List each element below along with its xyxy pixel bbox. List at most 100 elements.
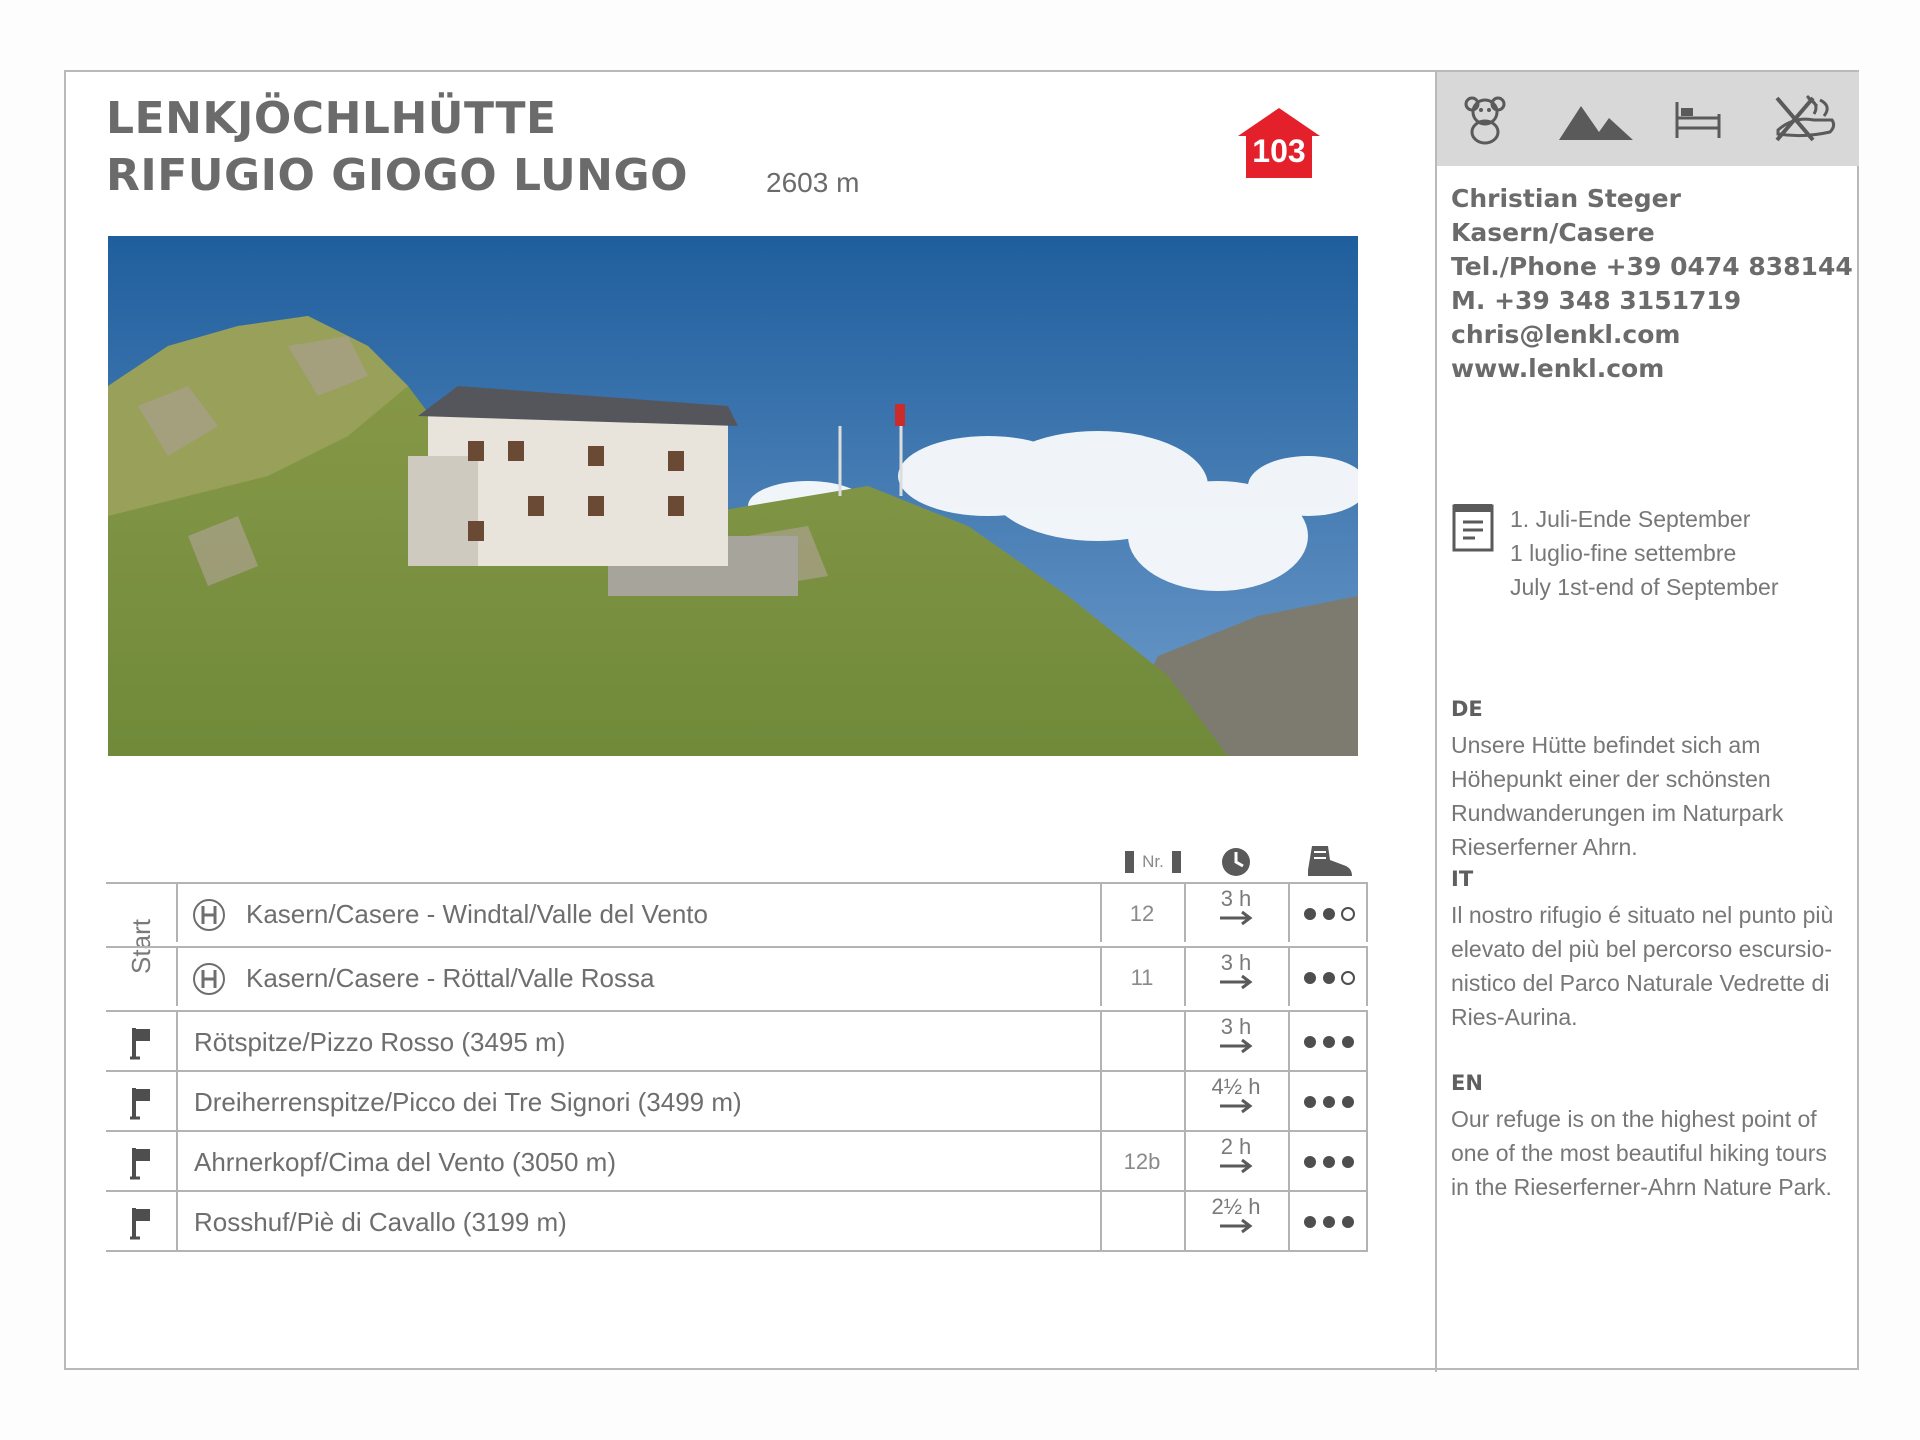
arrow-right-icon xyxy=(1220,974,1253,990)
difficulty-dot-filled xyxy=(1304,1156,1316,1168)
hut-title: LENKJÖCHLHÜTTE RIFUGIO GIOGO LUNGO xyxy=(106,90,688,204)
hut-name-de: LENKJÖCHLHÜTTE xyxy=(106,93,557,144)
arrow-right-icon xyxy=(1220,1038,1253,1054)
route-time-cell: 3 h xyxy=(1186,952,1286,1006)
column-divider xyxy=(1435,72,1437,1372)
difficulty-dot-filled xyxy=(1323,1216,1335,1228)
hiking-boot-icon xyxy=(1308,846,1352,876)
difficulty-dots xyxy=(1292,1192,1368,1252)
contact-web[interactable]: www.lenkl.com xyxy=(1451,352,1853,386)
table-row: Rötspitze/Pizzo Rosso (3495 m) 3 h xyxy=(106,1010,1368,1070)
shoe-drying-icon-visual xyxy=(1776,96,1836,138)
route-nr: 12 xyxy=(1129,901,1155,926)
difficulty-dot-filled xyxy=(1304,1036,1316,1048)
route-time-cell: 3 h xyxy=(1186,1016,1286,1070)
hut-photo xyxy=(108,236,1358,756)
route-name: Kasern/Casere - Röttal/Valle Rossa xyxy=(246,962,655,993)
table-row: Ahrnerkopf/Cima del Vento (3050 m) 12b 2… xyxy=(106,1130,1368,1190)
table-row: Rosshuf/Piè di Cavallo (3199 m) 2½ h xyxy=(106,1190,1368,1252)
route-nr xyxy=(1102,1192,1182,1252)
bus-stop-icon xyxy=(193,899,225,931)
description-text-en: Our refuge is on the highest point of on… xyxy=(1451,1106,1832,1200)
route-name: Rosshuf/Piè di Cavallo (3199 m) xyxy=(194,1206,567,1237)
arrow-right-icon xyxy=(1220,1158,1253,1174)
clock-icon xyxy=(1222,848,1250,876)
route-time: 3 h xyxy=(1220,1014,1252,1039)
description-de: DE Unsere Hütte befindet sich am Höhepun… xyxy=(1451,692,1851,864)
season-de: 1. Juli-Ende September xyxy=(1510,506,1751,532)
nr-header-label: Nr. xyxy=(1142,852,1164,871)
difficulty-icon xyxy=(1304,907,1355,921)
route-name: Rötspitze/Pizzo Rosso (3495 m) xyxy=(194,1026,566,1057)
contact-email[interactable]: chris@lenkl.com xyxy=(1451,318,1853,352)
summit-flag-icon xyxy=(130,1028,150,1060)
summit-flag-icon xyxy=(130,1088,150,1120)
difficulty-dot-empty xyxy=(1341,907,1355,921)
arrow-right-icon xyxy=(1220,910,1253,926)
description-it: IT Il nostro rifugio é situato nel punto… xyxy=(1451,862,1851,1034)
route-name: Dreiherrenspitze/Picco dei Tre Signori (… xyxy=(194,1086,742,1117)
route-time-cell: 2½ h xyxy=(1186,1196,1286,1250)
hut-name-it: RIFUGIO GIOGO LUNGO xyxy=(106,150,689,201)
contact-place: Kasern/Casere xyxy=(1451,218,1655,247)
route-time-cell: 4½ h xyxy=(1186,1076,1286,1130)
nr-bar-left xyxy=(1125,851,1135,873)
route-time: 3 h xyxy=(1220,886,1252,911)
difficulty-dots xyxy=(1292,884,1368,944)
bus-stop-icon xyxy=(193,963,225,995)
difficulty-dot-filled xyxy=(1323,1156,1335,1168)
route-nr: 11 xyxy=(1130,965,1154,990)
difficulty-dot-filled xyxy=(1323,1036,1335,1048)
hut-number-badge: 103 xyxy=(1238,108,1320,178)
contact-phone[interactable]: Tel./Phone +39 0474 838144 xyxy=(1451,250,1853,284)
difficulty-dots xyxy=(1292,1132,1368,1192)
hut-card: LENKJÖCHLHÜTTE RIFUGIO GIOGO LUNGO 2603 … xyxy=(64,70,1859,1372)
difficulty-dot-filled xyxy=(1342,1096,1354,1108)
lang-code-en: EN xyxy=(1451,1071,1483,1095)
route-nr: 12b xyxy=(1123,1149,1161,1174)
table-row: Dreiherrenspitze/Picco dei Tre Signori (… xyxy=(106,1070,1368,1130)
route-nr xyxy=(1102,1072,1182,1132)
summit-flag-icon xyxy=(130,1148,150,1180)
route-nr xyxy=(1102,1012,1182,1072)
difficulty-dots xyxy=(1292,1072,1368,1132)
description-text-it: Il nostro rifugio é situato nel punto pi… xyxy=(1451,902,1834,1030)
lang-code-it: IT xyxy=(1451,867,1474,891)
difficulty-dot-filled xyxy=(1304,1096,1316,1108)
hut-elevation: 2603 m xyxy=(766,167,860,198)
difficulty-dot-empty xyxy=(1341,971,1355,985)
difficulty-icon xyxy=(1304,1216,1354,1228)
nr-bar-right xyxy=(1171,851,1181,873)
table-row: Kasern/Casere - Windtal/Valle del Vento … xyxy=(106,882,1368,942)
difficulty-dot-filled xyxy=(1323,908,1335,920)
difficulty-dot-filled xyxy=(1304,908,1316,920)
difficulty-dot-filled xyxy=(1323,1096,1335,1108)
route-time: 4½ h xyxy=(1211,1074,1261,1099)
difficulty-dot-filled xyxy=(1304,1216,1316,1228)
route-time: 2 h xyxy=(1220,1134,1252,1159)
bed-icon xyxy=(1675,102,1721,138)
route-time-cell: 3 h xyxy=(1186,888,1286,942)
season-it: 1 luglio-fine settembre xyxy=(1510,540,1737,566)
contact-name: Christian Steger xyxy=(1451,184,1681,213)
table-row: Kasern/Casere - Röttal/Valle Rossa 11 3 … xyxy=(106,946,1368,1006)
difficulty-icon xyxy=(1304,971,1355,985)
difficulty-dot-filled xyxy=(1323,972,1335,984)
calendar-icon xyxy=(1452,504,1494,552)
hut-number: 103 xyxy=(1252,133,1305,169)
route-name: Kasern/Casere - Windtal/Valle del Vento xyxy=(246,898,708,929)
contact-mobile[interactable]: M. +39 348 3151719 xyxy=(1451,284,1853,318)
arrow-right-icon xyxy=(1220,1218,1253,1234)
mountains-icon xyxy=(1559,106,1633,140)
difficulty-dots xyxy=(1292,948,1368,1008)
teddy-bear-icon xyxy=(1464,96,1506,145)
contact-block: Christian Steger Kasern/Casere Tel./Phon… xyxy=(1451,182,1853,386)
description-text-de: Unsere Hütte befindet sich am Höhepunkt … xyxy=(1451,732,1784,860)
summit-flag-icon xyxy=(130,1208,150,1240)
difficulty-dot-filled xyxy=(1304,972,1316,984)
arrow-right-icon xyxy=(1220,1098,1253,1114)
difficulty-dot-filled xyxy=(1342,1036,1354,1048)
difficulty-dot-filled xyxy=(1342,1156,1354,1168)
lang-code-de: DE xyxy=(1451,697,1483,721)
difficulty-dots xyxy=(1292,1012,1368,1072)
